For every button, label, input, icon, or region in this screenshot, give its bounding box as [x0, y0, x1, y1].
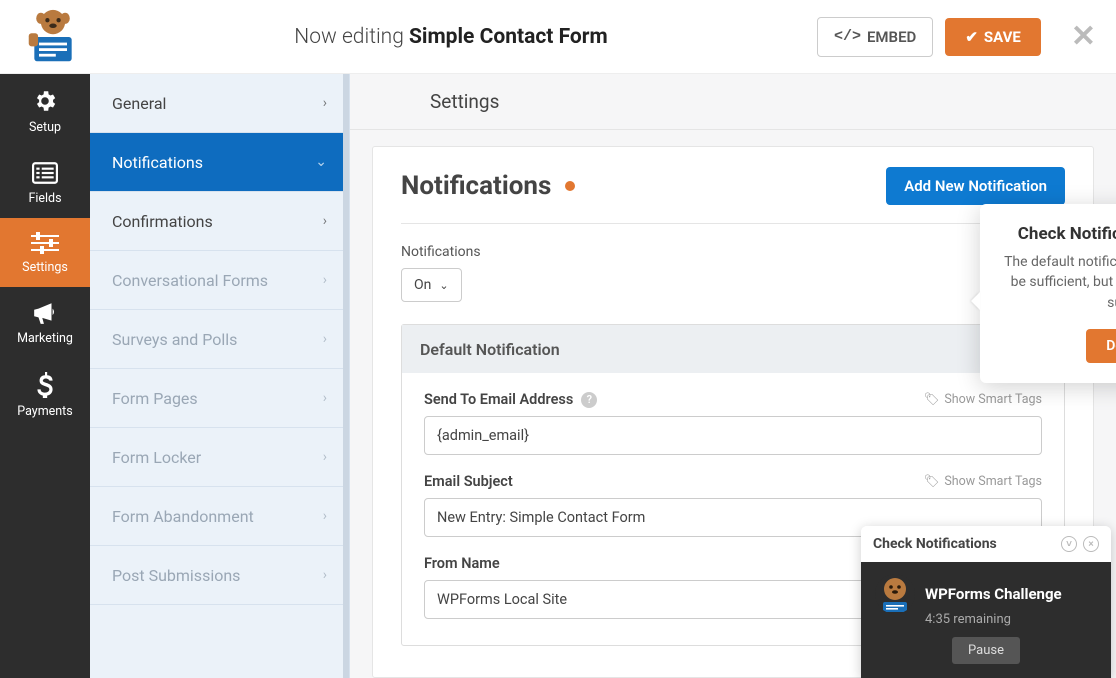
subnav-label: Form Locker — [112, 448, 201, 467]
popover-body: The default notification settings might … — [998, 252, 1116, 313]
subnav-label: Form Abandonment — [112, 507, 254, 526]
list-icon — [32, 161, 58, 185]
subnav-notifications[interactable]: Notifications ⌄ — [90, 133, 349, 192]
chevron-down-icon: ⌄ — [439, 279, 448, 292]
subnav-label: Notifications — [112, 153, 203, 172]
editing-title: Now editing Simple Contact Form — [85, 25, 817, 49]
page-title: Settings — [430, 90, 499, 113]
from-name-label: From Name — [424, 555, 500, 572]
challenge-remaining: 4:35 remaining — [925, 612, 1097, 627]
field-label-text: Send To Email Address — [424, 391, 573, 408]
add-notification-button[interactable]: Add New Notification — [886, 167, 1065, 205]
subnav-confirmations[interactable]: Confirmations › — [90, 192, 349, 251]
chevron-right-icon: › — [323, 331, 327, 347]
close-icon[interactable]: ✕ — [1071, 19, 1096, 54]
content-heading-text: Notifications — [401, 171, 551, 201]
minimize-icon[interactable]: ˅ — [1061, 536, 1077, 552]
smart-tags-label: Show Smart Tags — [944, 392, 1042, 407]
popover-done-button[interactable]: Done — [1086, 329, 1116, 363]
chevron-right-icon: › — [323, 95, 327, 111]
panel-title: Default Notification — [420, 340, 560, 359]
send-to-label: Send To Email Address ? — [424, 391, 597, 408]
chevron-right-icon: › — [323, 449, 327, 465]
status-dot-icon — [565, 181, 575, 191]
nav-payments[interactable]: Payments — [0, 358, 90, 431]
bullhorn-icon — [32, 301, 58, 325]
tag-icon: 🏷 — [923, 474, 939, 489]
challenge-title: WPForms Challenge — [925, 585, 1062, 603]
subnav-form-locker[interactable]: Form Locker › — [90, 428, 349, 487]
nav-fields[interactable]: Fields — [0, 147, 90, 218]
subnav-label: General — [112, 94, 166, 113]
challenge-pause-button[interactable]: Pause — [952, 637, 1020, 664]
send-to-input[interactable] — [424, 416, 1042, 455]
smart-tags-label: Show Smart Tags — [944, 474, 1042, 489]
check-notification-popover: Check Notification Settings The default … — [980, 204, 1116, 383]
panel-header: Default Notification — [402, 325, 1064, 373]
chevron-right-icon: › — [323, 272, 327, 288]
help-icon[interactable]: ? — [581, 392, 597, 408]
toggle-label: Notifications — [401, 244, 1065, 260]
dollar-icon — [37, 372, 53, 398]
editing-prefix: Now editing — [294, 25, 404, 49]
left-nav: Setup Fields Settings Marketing Payments — [0, 74, 90, 678]
subnav-post-submissions[interactable]: Post Submissions › — [90, 546, 349, 605]
show-smart-tags-link[interactable]: 🏷 Show Smart Tags — [923, 392, 1042, 407]
show-smart-tags-link[interactable]: 🏷 Show Smart Tags — [923, 474, 1042, 489]
email-subject-label: Email Subject — [424, 473, 513, 490]
sliders-icon — [31, 232, 59, 254]
embed-button[interactable]: </> EMBED — [817, 17, 933, 57]
gear-icon — [32, 88, 58, 114]
nav-marketing-label: Marketing — [17, 331, 73, 346]
nav-settings[interactable]: Settings — [0, 218, 90, 287]
subnav-label: Surveys and Polls — [112, 330, 237, 349]
wpforms-logo — [20, 7, 85, 67]
subnav-form-abandonment[interactable]: Form Abandonment › — [90, 487, 349, 546]
challenge-avatar-icon — [875, 574, 915, 614]
chevron-right-icon: › — [323, 390, 327, 406]
subnav-label: Form Pages — [112, 389, 198, 408]
top-bar: Now editing Simple Contact Form </> EMBE… — [0, 0, 1116, 74]
nav-marketing[interactable]: Marketing — [0, 287, 90, 358]
nav-settings-label: Settings — [22, 260, 68, 275]
subnav-label: Confirmations — [112, 212, 213, 231]
content-heading: Notifications — [401, 171, 575, 201]
nav-fields-label: Fields — [28, 191, 61, 206]
subnav-surveys-polls[interactable]: Surveys and Polls › — [90, 310, 349, 369]
embed-label: EMBED — [867, 28, 916, 46]
challenge-header: Check Notifications — [873, 536, 997, 552]
subnav-label: Post Submissions — [112, 566, 240, 585]
check-icon: ✔ — [965, 28, 978, 46]
close-icon[interactable]: × — [1083, 536, 1099, 552]
chevron-right-icon: › — [323, 213, 327, 229]
popover-title: Check Notification Settings — [998, 224, 1116, 244]
save-button[interactable]: ✔ SAVE — [945, 18, 1041, 56]
challenge-widget: Check Notifications ˅ × WPForms Challeng… — [861, 526, 1111, 678]
settings-subnav: General › Notifications ⌄ Confirmations … — [90, 74, 350, 678]
notifications-toggle[interactable]: On ⌄ — [401, 268, 462, 302]
code-icon: </> — [834, 28, 861, 45]
subnav-general[interactable]: General › — [90, 74, 349, 133]
toggle-value: On — [414, 277, 431, 293]
chevron-right-icon: › — [323, 567, 327, 583]
chevron-right-icon: › — [323, 508, 327, 524]
nav-setup[interactable]: Setup — [0, 74, 90, 147]
nav-payments-label: Payments — [17, 404, 72, 419]
subnav-label: Conversational Forms — [112, 271, 268, 290]
form-name: Simple Contact Form — [409, 25, 608, 49]
tag-icon: 🏷 — [923, 392, 939, 407]
page-header: Settings — [350, 74, 1116, 130]
subnav-form-pages[interactable]: Form Pages › — [90, 369, 349, 428]
chevron-down-icon: ⌄ — [315, 154, 327, 170]
nav-setup-label: Setup — [29, 120, 61, 135]
save-label: SAVE — [984, 28, 1021, 46]
subnav-conversational-forms[interactable]: Conversational Forms › — [90, 251, 349, 310]
